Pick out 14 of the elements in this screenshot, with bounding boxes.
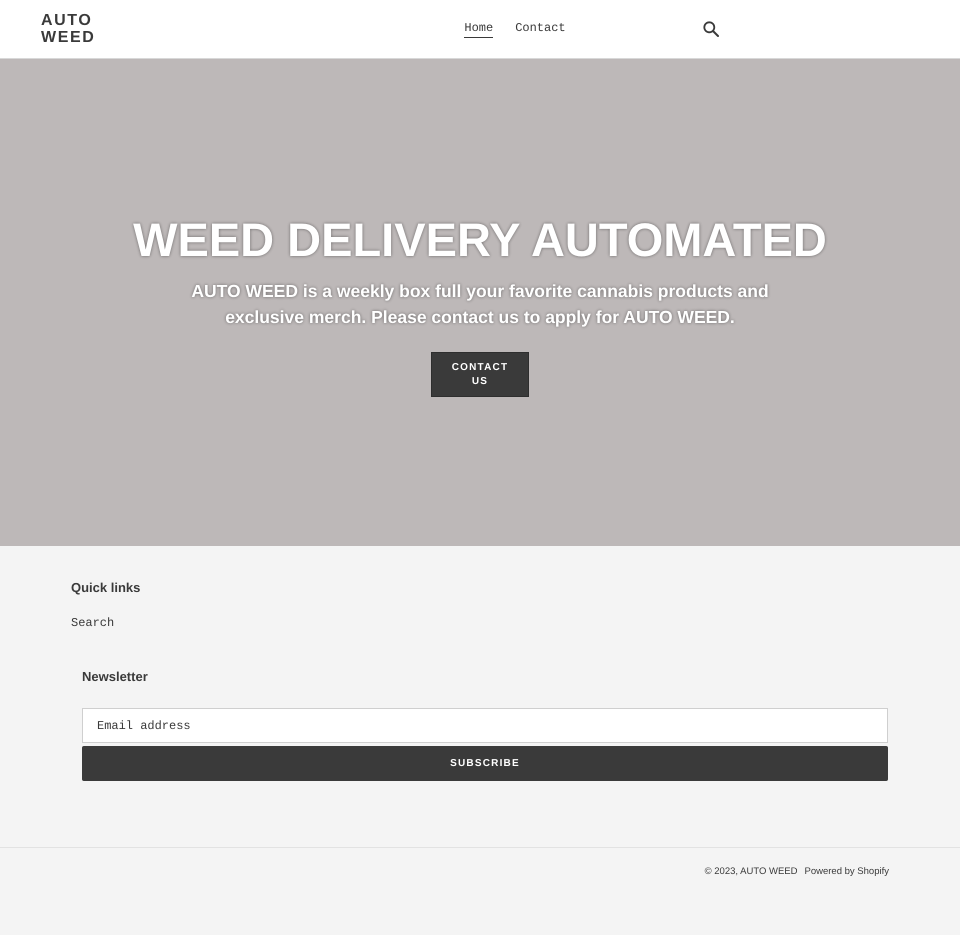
copyright-text: © 2023, AUTO WEED	[704, 866, 798, 878]
email-input-field[interactable]: Email address	[82, 708, 888, 743]
hero-description: AUTO WEED is a weekly box full your favorite cannabis products and exclusive merch. Please contact us to apply for AUTO WEED.	[190, 280, 770, 329]
contact-us-button[interactable]: CONTACT US	[431, 352, 529, 397]
nav-link[interactable]: Home	[464, 20, 494, 38]
subscribe-button[interactable]: SUBSCRIBE	[82, 746, 888, 781]
search-icon[interactable]	[703, 21, 719, 37]
newsletter-heading: Newsletter	[82, 669, 149, 685]
nav-link[interactable]: Contact	[515, 20, 566, 38]
footer-heading: Quick links	[71, 580, 142, 596]
footer-link[interactable]: Search	[71, 615, 114, 631]
powered-by-link[interactable]: Powered by Shopify	[804, 866, 889, 878]
hero-title: WEED DELIVERY AUTOMATED	[133, 212, 827, 268]
site-logo[interactable]: AUTO WEED	[41, 12, 101, 46]
